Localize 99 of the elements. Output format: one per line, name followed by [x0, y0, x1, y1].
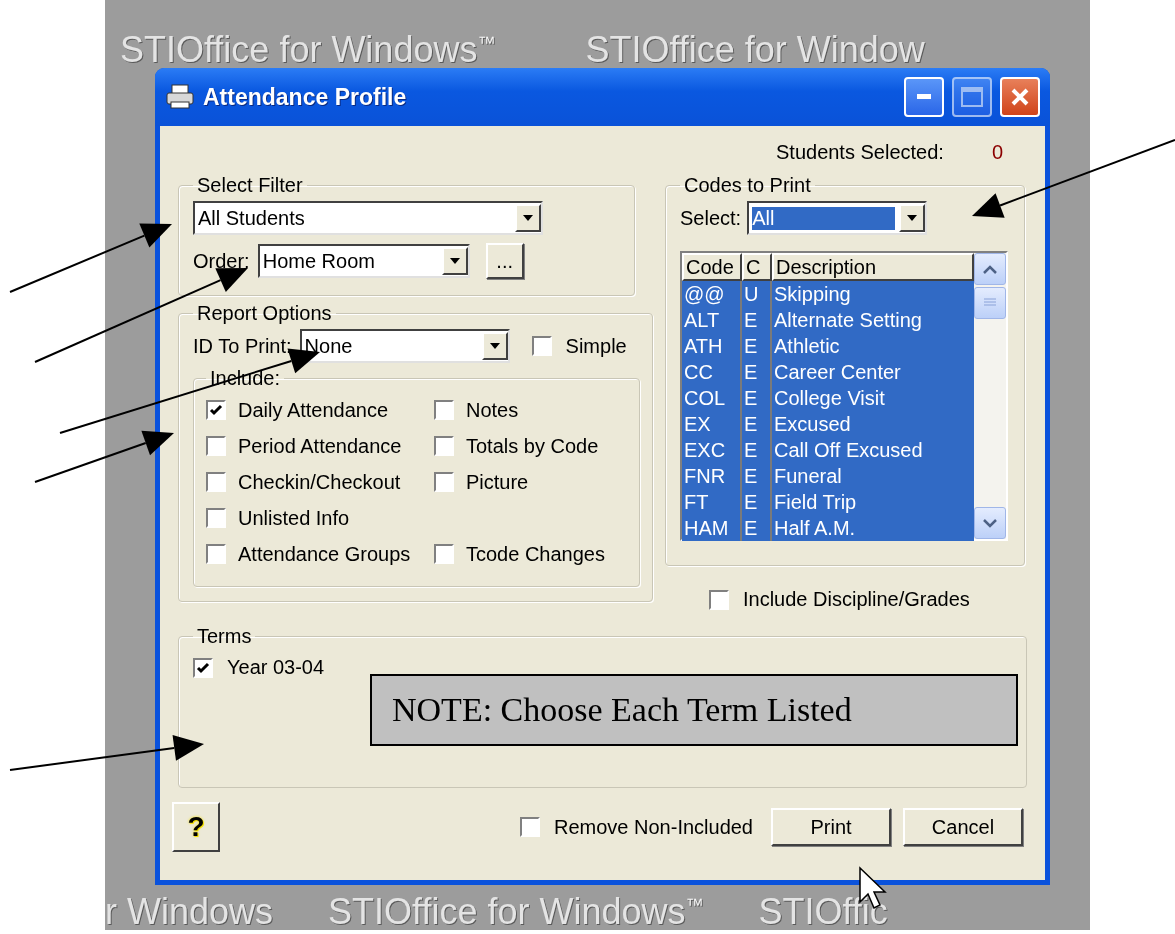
printer-icon — [165, 84, 195, 110]
table-cell-text: Field Trip — [773, 490, 858, 515]
list-row[interactable]: ATH E Athletic — [682, 333, 974, 359]
dialog-button[interactable]: Cancel — [903, 808, 1023, 846]
checkbox[interactable] — [434, 472, 454, 492]
checkbox[interactable] — [434, 544, 454, 564]
group-title: Terms — [196, 625, 253, 648]
checkbox[interactable] — [206, 508, 226, 528]
checkbox[interactable] — [206, 472, 226, 492]
column-header[interactable]: Description — [772, 253, 974, 281]
checkbox[interactable] — [193, 657, 213, 678]
background-text: STIOffice for Windows$^{™}$ — [328, 894, 704, 930]
table-cell-text: Call Off Excused — [773, 438, 924, 463]
chevron-down-icon — [983, 518, 997, 528]
scroll-up-button[interactable] — [974, 253, 1006, 285]
maximize-button[interactable] — [952, 77, 992, 117]
dropdown-button[interactable] — [899, 204, 926, 232]
students-selected-count: 0 — [991, 140, 1003, 164]
checkmark-icon — [209, 403, 223, 417]
checkbox-label: Attendance Groups — [238, 542, 411, 566]
group-title: Report Options — [196, 302, 333, 325]
checkbox-label: Remove Non-Included — [554, 815, 753, 839]
table-cell-text: Alternate Setting — [773, 308, 923, 333]
checkbox-label: Simple — [565, 334, 627, 358]
minimize-icon — [917, 94, 931, 100]
browse-button[interactable]: ... — [485, 243, 524, 279]
checkmark-icon — [196, 660, 210, 675]
table-cell-text: College Visit — [773, 386, 886, 411]
checkbox[interactable] — [520, 817, 540, 837]
help-button[interactable]: ? — [172, 802, 220, 852]
dropdown[interactable]: All Students — [193, 201, 543, 235]
dropdown-button[interactable] — [515, 204, 541, 232]
checkbox-label: Totals by Code — [466, 434, 599, 458]
maximize-icon — [961, 87, 983, 107]
window-title: Attendance Profile — [203, 83, 408, 111]
caret-icon — [448, 257, 461, 265]
grip-icon — [984, 298, 996, 308]
table-cell: E — [742, 515, 772, 541]
table-cell-text: Excused — [773, 412, 852, 437]
list-row[interactable]: EXC E Call Off Excused — [682, 437, 974, 463]
list-row[interactable]: EX E Excused — [682, 411, 974, 437]
checkbox[interactable] — [434, 436, 454, 456]
checkbox-label: Tcode Changes — [466, 542, 605, 566]
list-row[interactable]: FT E Field Trip — [682, 489, 974, 515]
column-header[interactable]: C — [742, 253, 772, 281]
group-title: Select Filter — [196, 174, 304, 197]
list-row[interactable]: @@ U Skipping — [682, 281, 974, 307]
list-row[interactable]: CC E Career Center — [682, 359, 974, 385]
list-row[interactable]: ALT E Alternate Setting — [682, 307, 974, 333]
list-row[interactable]: COL E College Visit — [682, 385, 974, 411]
close-button[interactable] — [1000, 77, 1040, 117]
dropdown[interactable]: None — [299, 329, 510, 363]
checkbox-label: Notes — [466, 398, 519, 422]
minimize-button[interactable] — [904, 77, 944, 117]
scrollbar[interactable] — [974, 253, 1006, 539]
group-title: Codes to Print — [683, 174, 812, 197]
chevron-up-icon — [983, 264, 997, 274]
checkbox[interactable] — [206, 400, 226, 420]
field-label: Order: — [193, 249, 250, 273]
checkbox-label: Daily Attendance — [238, 398, 389, 422]
note-callout: NOTE: Choose Each Term Listed — [370, 674, 1018, 746]
scroll-down-button[interactable] — [974, 507, 1006, 539]
column-header[interactable]: Code — [682, 253, 742, 281]
table-cell-text: Athletic — [773, 334, 841, 359]
table-cell-text: Funeral — [773, 464, 843, 489]
checkbox[interactable] — [206, 544, 226, 564]
close-icon — [1010, 87, 1030, 107]
students-selected-label: Students Selected: — [776, 140, 944, 164]
table-cell-text: Career Center — [773, 360, 902, 385]
dropdown-button[interactable] — [441, 247, 468, 275]
background-text: r Windows — [105, 894, 274, 930]
checkbox-label: Year 03-04 — [227, 656, 325, 679]
scroll-thumb[interactable] — [974, 287, 1006, 319]
dropdown[interactable]: Home Room — [257, 244, 470, 278]
checkbox-label: Checkin/Checkout — [238, 470, 401, 494]
checkbox-label: Picture — [466, 470, 529, 494]
dropdown-button[interactable] — [481, 332, 508, 360]
checkbox-label: Include Discipline/Grades — [743, 588, 970, 611]
checkbox[interactable] — [206, 436, 226, 456]
table-cell-text: Half A.M. — [773, 516, 857, 541]
caret-icon — [906, 214, 919, 222]
dialog-button[interactable]: Print — [771, 808, 891, 846]
checkbox-label: Unlisted Info — [238, 506, 350, 530]
checkbox[interactable] — [434, 400, 454, 420]
checkbox[interactable] — [709, 589, 729, 610]
caret-icon — [522, 214, 534, 222]
table-cell: HAM — [682, 515, 742, 541]
checkbox[interactable] — [531, 336, 552, 356]
field-label: Select: — [680, 206, 742, 230]
list-row[interactable]: FNR E Funeral — [682, 463, 974, 489]
field-label: ID To Print: — [193, 334, 292, 358]
dropdown[interactable]: All — [747, 201, 928, 235]
background-text: STIOffice for Windows$^{™}$ — [120, 32, 496, 68]
caret-icon — [488, 342, 501, 350]
background-text: STIOffic — [758, 894, 888, 930]
table-cell-text: Skipping — [773, 282, 852, 307]
list-row[interactable]: HAM E Half A.M. — [682, 515, 974, 541]
background-text: STIOffice for Window — [585, 32, 925, 68]
checkbox-label: Period Attendance — [238, 434, 402, 458]
